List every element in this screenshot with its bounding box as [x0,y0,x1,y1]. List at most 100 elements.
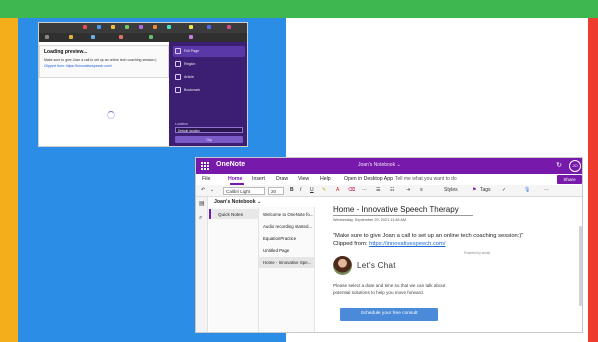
schedule-consult-button[interactable]: Schedule your free consult [340,308,438,321]
onenote-screenshot: OneNote Joan's Notebook ⌄ ↻ JO File Home… [195,157,583,333]
clipper-footer [175,145,243,146]
nav-rail: ▤ ⌕ [196,197,208,332]
indent-icon[interactable]: ⇥ [406,187,410,193]
bookmark-icon [69,35,73,39]
title-bar: OneNote Joan's Notebook ⌄ ↻ JO [196,158,582,174]
tags-button[interactable]: Tags [480,187,491,193]
tab-favicon-icon [139,25,143,29]
clip-option-article[interactable]: Article [173,72,245,83]
menu-file[interactable]: File [202,176,210,182]
tab-favicon-icon [125,25,129,29]
page-item[interactable]: Untitled Page [259,245,315,256]
app-name: OneNote [216,161,246,168]
bold-button[interactable]: B [290,187,294,193]
menu-help[interactable]: Help [320,176,331,182]
clip-option-region[interactable]: Region [173,59,245,70]
section-pane: Quick Notes [209,207,259,332]
page-item[interactable]: EquationPractice [259,233,315,244]
clipper-panel: Full Page Region Article Bookmark Locati… [169,42,247,146]
avatar[interactable]: JO [569,160,581,172]
note-text[interactable]: "Make sure to give Joan a call to set up… [333,233,523,239]
font-color-icon[interactable]: A [336,187,339,193]
italic-button[interactable]: I [300,187,301,193]
preview-title: Loading preview... [44,49,88,55]
clip-option-full-page[interactable]: Full Page [173,46,245,57]
numbering-icon[interactable]: ☷ [390,187,394,193]
tab-favicon-icon [227,25,231,29]
app-launcher-icon[interactable] [201,162,209,170]
page-canvas[interactable]: Home - Innovative Speech Therapy Wednesd… [316,197,582,332]
location-select[interactable]: Default location [175,127,243,133]
bookmarks-bar [39,33,247,42]
page-item[interactable]: Welcome to OneNote fo... [259,209,315,220]
font-size-select[interactable]: 20 [268,187,284,195]
spelling-icon[interactable]: ✓ [502,187,506,193]
section-quick-notes[interactable]: Quick Notes [209,209,259,219]
menu-draw[interactable]: Draw [276,176,288,182]
clip-preview-dialog: Loading preview... Make sure to give Joa… [39,45,169,78]
title-divider [333,215,473,216]
profile-photo [333,256,352,275]
menu-insert[interactable]: Insert [252,176,265,182]
undo-icon[interactable]: ↶ [201,187,205,193]
tab-favicon-icon [83,25,87,29]
share-button[interactable]: Share [557,175,582,184]
styles-button[interactable]: Styles [444,187,458,193]
scrollbar[interactable] [579,226,582,306]
tag-icon[interactable]: ⚑ [472,187,476,193]
bookmark-icon [189,35,193,39]
lets-chat-heading: Let's Chat [357,261,396,270]
highlight-icon[interactable]: ✎ [322,187,326,193]
tab-favicon-icon [111,25,115,29]
clip-option-label: Full Page [184,49,200,53]
tell-me-search[interactable]: Tell me what you want to do [395,176,457,182]
article-icon [175,74,181,80]
page-label: EquationPractice [263,236,297,241]
region-icon [175,61,181,67]
align-icon[interactable]: ≡ [420,187,423,193]
underline-button[interactable]: U [310,187,314,193]
search-icon[interactable]: ⌕ [199,215,205,221]
tab-favicon-icon [153,25,157,29]
clipped-link[interactable]: https://innovativespeech.com/ [369,241,445,247]
open-desktop-app[interactable]: Open in Desktop App [344,176,393,182]
page-label: Untitled Page [263,248,290,253]
bookmark-icon [119,35,123,39]
clipped-prefix: Clipped from: [333,241,370,247]
notebook-title[interactable]: Joan's Notebook ⌄ [358,162,401,168]
page-date: Wednesday, September 29, 2021 11:48 AM [333,218,407,222]
page-item[interactable]: Audio recording started... [259,221,315,232]
tab-favicon-icon [97,25,101,29]
bookmark-icon [45,35,49,39]
menu-view[interactable]: View [298,176,309,182]
clip-option-label: Region [184,62,196,66]
preview-note: Make sure to give Joan a call to set up … [44,58,157,62]
tab-favicon-icon [167,25,171,29]
clip-option-bookmark[interactable]: Bookmark [173,85,245,96]
body-text: Please select a date and time so that we… [333,283,446,295]
redo-icon[interactable]: ⌄ [210,187,214,193]
page-item-selected[interactable]: Home - Innovative Spe... [259,257,315,268]
bullets-icon[interactable]: ☰ [376,187,380,193]
notebook-header[interactable]: Joan's Notebook ⌄ [209,197,311,207]
clip-option-label: Article [184,75,194,79]
overflow-icon[interactable]: ⋯ [544,187,549,193]
clear-format-icon[interactable]: ⌫ [348,187,355,193]
dictate-icon[interactable]: 🎙 [524,187,530,193]
notebooks-icon[interactable]: ▤ [199,201,205,207]
menu-home[interactable]: Home [228,176,242,182]
feedback-icon[interactable]: ↻ [554,161,564,171]
more-icon[interactable]: ⋯ [362,187,367,193]
left-accent-strip [0,18,18,342]
powered-by: Powered by acuity [464,251,491,255]
clip-button[interactable]: Clip [175,136,243,143]
font-name-select[interactable]: Calibri Light [223,187,265,195]
browser-tab-bar [39,23,247,33]
loading-spinner-icon [107,111,115,119]
page-title[interactable]: Home - Innovative Speech Therapy [333,205,459,214]
tab-favicon-icon [207,25,211,29]
clipped-from: Clipped from: https://innovativespeech.c… [333,241,445,247]
section-label: Quick Notes [218,211,244,217]
location-value: Default location [178,129,200,133]
preview-source: Clipped from: https://innovativespeech.c… [44,64,112,68]
